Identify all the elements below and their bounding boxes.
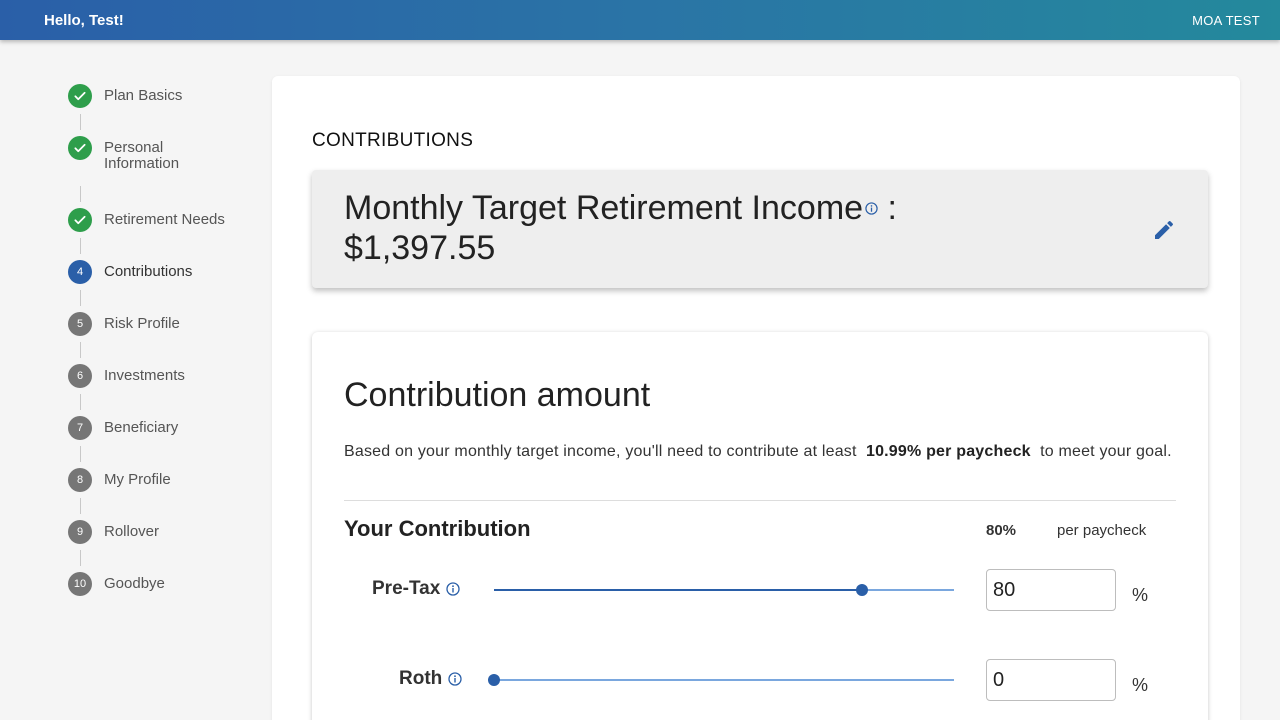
pretax-slider-fill	[494, 589, 862, 591]
step-indicator: 10	[68, 572, 92, 596]
step-connector	[80, 238, 81, 254]
step-label: Investments	[104, 367, 185, 384]
greeting: Hello, Test!	[44, 11, 124, 29]
target-income-amount: $1,397.55	[344, 229, 496, 267]
step-beneficiary[interactable]: 7 Beneficiary	[68, 416, 268, 440]
check-icon	[74, 143, 86, 153]
check-icon	[74, 215, 86, 225]
step-label: Personal Information	[104, 139, 180, 172]
step-label: Goodbye	[104, 575, 165, 592]
stepper: Plan Basics Personal Information Retiremen…	[68, 84, 268, 596]
step-rollover[interactable]: 9 Rollover	[68, 520, 268, 544]
per-paycheck-label: per paycheck	[1057, 522, 1147, 539]
step-connector	[80, 498, 81, 514]
step-connector	[80, 290, 81, 306]
pretax-slider-thumb[interactable]	[856, 584, 868, 596]
contribution-card: Contribution amount Based on your monthl…	[312, 332, 1208, 720]
roth-label-text: Roth	[399, 668, 443, 689]
step-indicator	[68, 84, 92, 108]
step-retirement-needs[interactable]: Retirement Needs	[68, 208, 268, 232]
user-name[interactable]: MOA TEST	[1192, 13, 1260, 28]
step-connector	[80, 114, 81, 130]
step-label: Risk Profile	[104, 315, 180, 332]
pretax-percent-sign: %	[1132, 585, 1149, 605]
contribution-heading: Contribution amount	[344, 376, 651, 414]
step-my-profile[interactable]: 8 My Profile	[68, 468, 268, 492]
roth-percent-sign: %	[1132, 675, 1149, 695]
roth-label: Roth	[399, 668, 462, 690]
roth-input[interactable]	[986, 659, 1116, 701]
step-label: Rollover	[104, 523, 160, 540]
step-indicator: 6	[68, 364, 92, 388]
step-indicator	[68, 136, 92, 160]
total-percent: 80%	[986, 522, 1017, 539]
target-income-title: Monthly Target Retirement Income : $1,397…	[344, 188, 1104, 268]
roth-slider-thumb[interactable]	[488, 674, 500, 686]
target-income-card: Monthly Target Retirement Income : $1,397…	[312, 170, 1208, 288]
step-connector	[80, 342, 81, 358]
step-label: My Profile	[104, 471, 171, 488]
step-connector	[80, 186, 81, 202]
step-connector	[80, 394, 81, 410]
description-text-end: to meet your goal.	[1035, 443, 1172, 460]
contribution-description: Based on your monthly target income, you…	[344, 440, 1184, 464]
info-icon[interactable]	[865, 201, 878, 215]
required-percent: 10.99% per paycheck	[865, 443, 1031, 460]
target-income-separator: :	[878, 189, 897, 227]
step-label: Contributions	[104, 263, 193, 280]
step-risk-profile[interactable]: 5 Risk Profile	[68, 312, 268, 336]
step-indicator: 8	[68, 468, 92, 492]
step-contributions[interactable]: 4 Contributions	[68, 260, 268, 284]
step-indicator: 4	[68, 260, 92, 284]
top-bar: Hello, Test! MOA TEST	[0, 0, 1280, 40]
info-icon[interactable]	[446, 582, 460, 596]
divider	[344, 500, 1176, 501]
pretax-label: Pre-Tax	[372, 578, 460, 600]
step-investments[interactable]: 6 Investments	[68, 364, 268, 388]
step-goodbye[interactable]: 10 Goodbye	[68, 572, 268, 596]
info-icon[interactable]	[448, 672, 462, 686]
step-label: Plan Basics	[104, 87, 183, 104]
step-plan-basics[interactable]: Plan Basics	[68, 84, 268, 108]
roth-slider[interactable]	[488, 674, 954, 686]
step-label: Beneficiary	[104, 419, 179, 436]
step-personal-information[interactable]: Personal Information	[68, 136, 268, 172]
pretax-input[interactable]	[986, 569, 1116, 611]
step-connector	[80, 550, 81, 566]
main-card: CONTRIBUTIONS Monthly Target Retirement …	[272, 76, 1240, 720]
pretax-slider[interactable]	[494, 584, 954, 596]
description-text: Based on your monthly target income, you…	[344, 443, 862, 460]
pretax-label-text: Pre-Tax	[372, 578, 441, 599]
step-indicator	[68, 208, 92, 232]
target-income-label: Monthly Target Retirement Income	[344, 189, 864, 227]
check-icon	[74, 91, 86, 101]
edit-icon[interactable]	[1152, 218, 1176, 242]
step-connector	[80, 446, 81, 462]
step-label: Retirement Needs	[104, 211, 225, 228]
step-indicator: 7	[68, 416, 92, 440]
your-contribution-title: Your Contribution	[344, 516, 531, 541]
section-title: CONTRIBUTIONS	[312, 130, 474, 151]
step-indicator: 9	[68, 520, 92, 544]
step-indicator: 5	[68, 312, 92, 336]
